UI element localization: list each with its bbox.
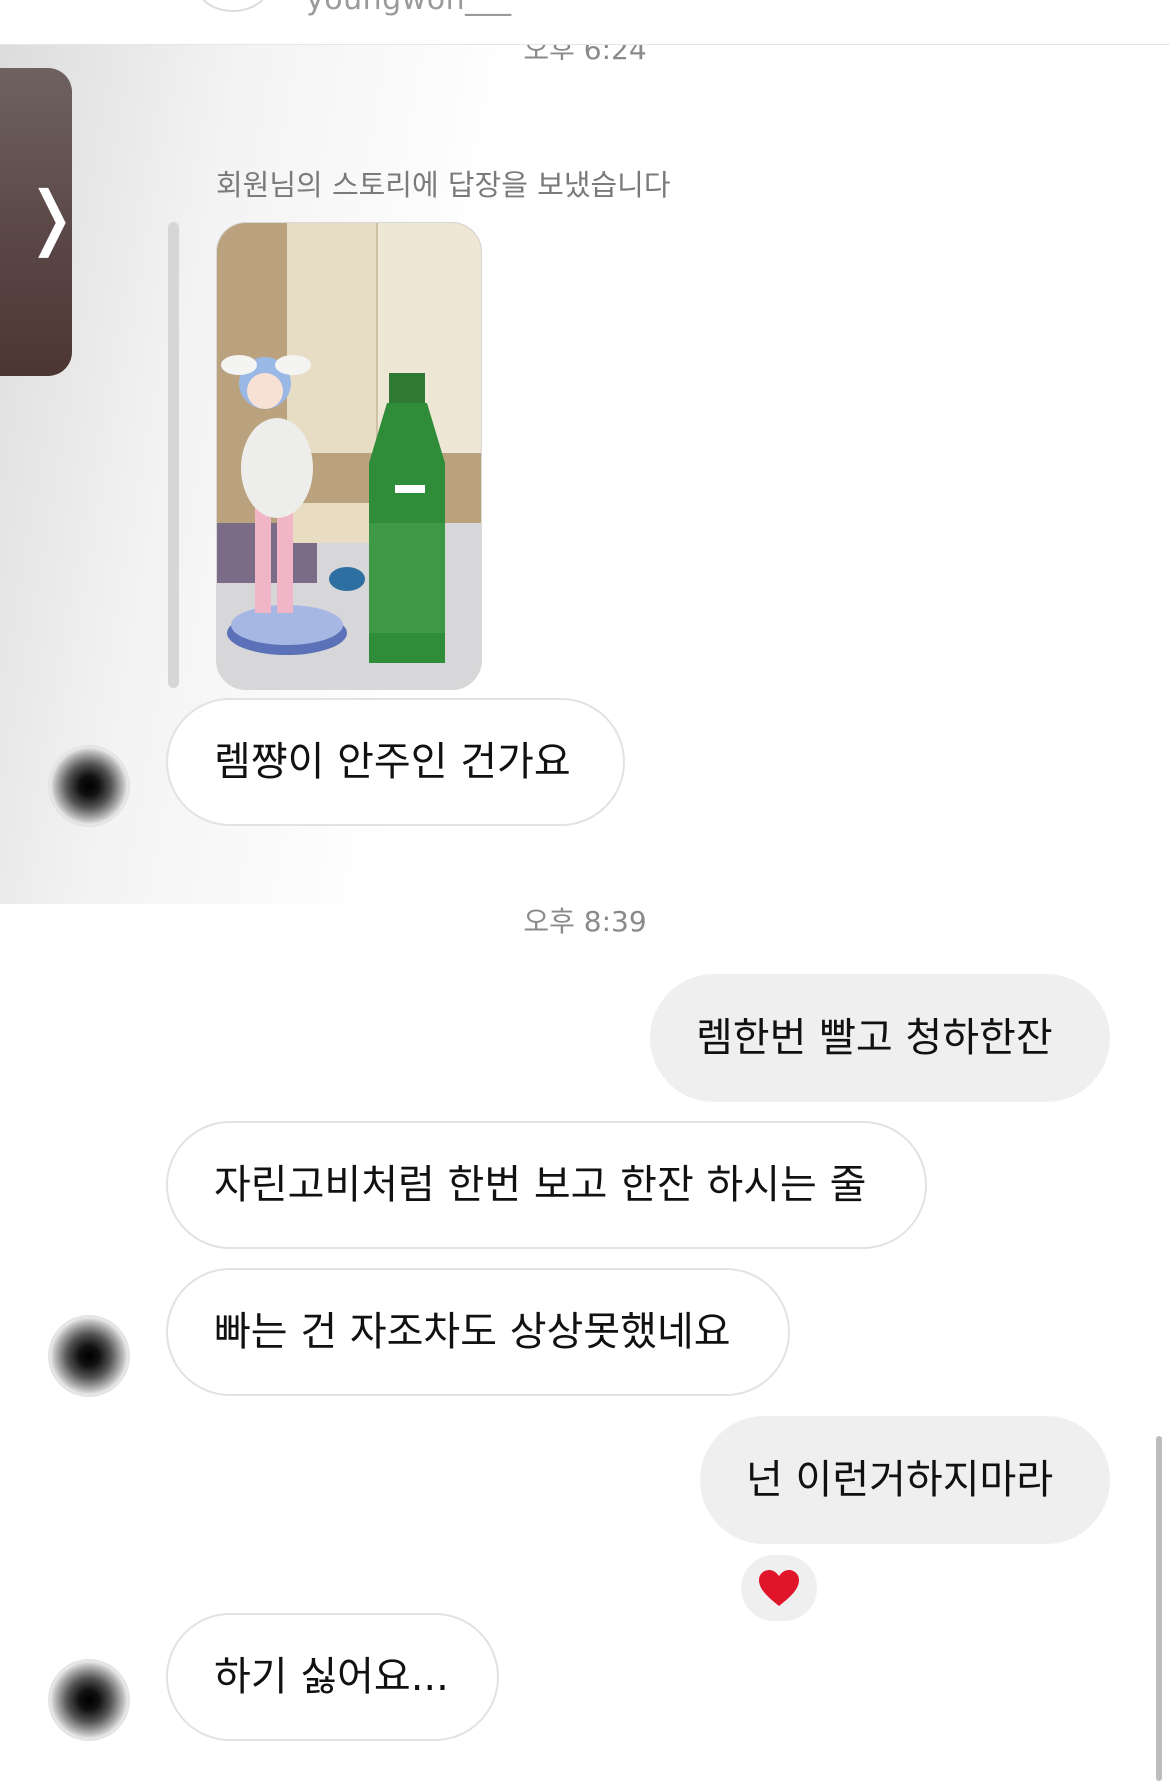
message-text: 빠는 건 자조차도 상상못했네요: [214, 1309, 731, 1355]
side-panel-handle[interactable]: ❭: [0, 68, 81, 376]
message-text: 렘한번 빨고 청하한잔: [696, 1015, 1053, 1061]
timestamp: 오후 8:39: [523, 905, 647, 938]
story-reply-note: 회원님의 스토리에 답장을 보냈습니다: [216, 168, 671, 202]
message-bubble-sent[interactable]: 넌 이런거하지마라: [700, 1416, 1110, 1544]
message-text: 자린고비처럼 한번 보고 한잔 하시는 줄: [214, 1162, 867, 1208]
heart-icon: [759, 1570, 799, 1606]
chevron-right-icon: ❭: [22, 176, 81, 258]
story-image[interactable]: [216, 222, 482, 690]
scrollbar[interactable]: [1156, 1436, 1162, 1781]
message-bubble-received[interactable]: 렘쨩이 안주인 건가요: [166, 698, 625, 826]
message-text: 넌 이런거하지마라: [746, 1457, 1054, 1503]
header-username[interactable]: youngwon___: [306, 0, 512, 17]
story-photo: [217, 223, 481, 689]
chat-header: youngwon___: [0, 0, 1170, 45]
message-reaction[interactable]: [736, 1550, 822, 1626]
message-bubble-received[interactable]: 자린고비처럼 한번 보고 한잔 하시는 줄: [166, 1121, 927, 1249]
message-bubble-sent[interactable]: 렘한번 빨고 청하한잔: [650, 974, 1110, 1102]
sender-avatar[interactable]: [48, 1315, 130, 1397]
message-bubble-received[interactable]: 빠는 건 자조차도 상상못했네요: [166, 1268, 790, 1396]
message-bubble-received[interactable]: 하기 싫어요...: [166, 1613, 499, 1741]
message-text: 렘쨩이 안주인 건가요: [214, 739, 571, 785]
sender-avatar[interactable]: [48, 1659, 130, 1741]
reply-indicator-bar: [168, 222, 179, 688]
sender-avatar[interactable]: [48, 745, 130, 827]
header-avatar[interactable]: [195, 0, 271, 12]
message-text: 하기 싫어요...: [214, 1654, 449, 1700]
